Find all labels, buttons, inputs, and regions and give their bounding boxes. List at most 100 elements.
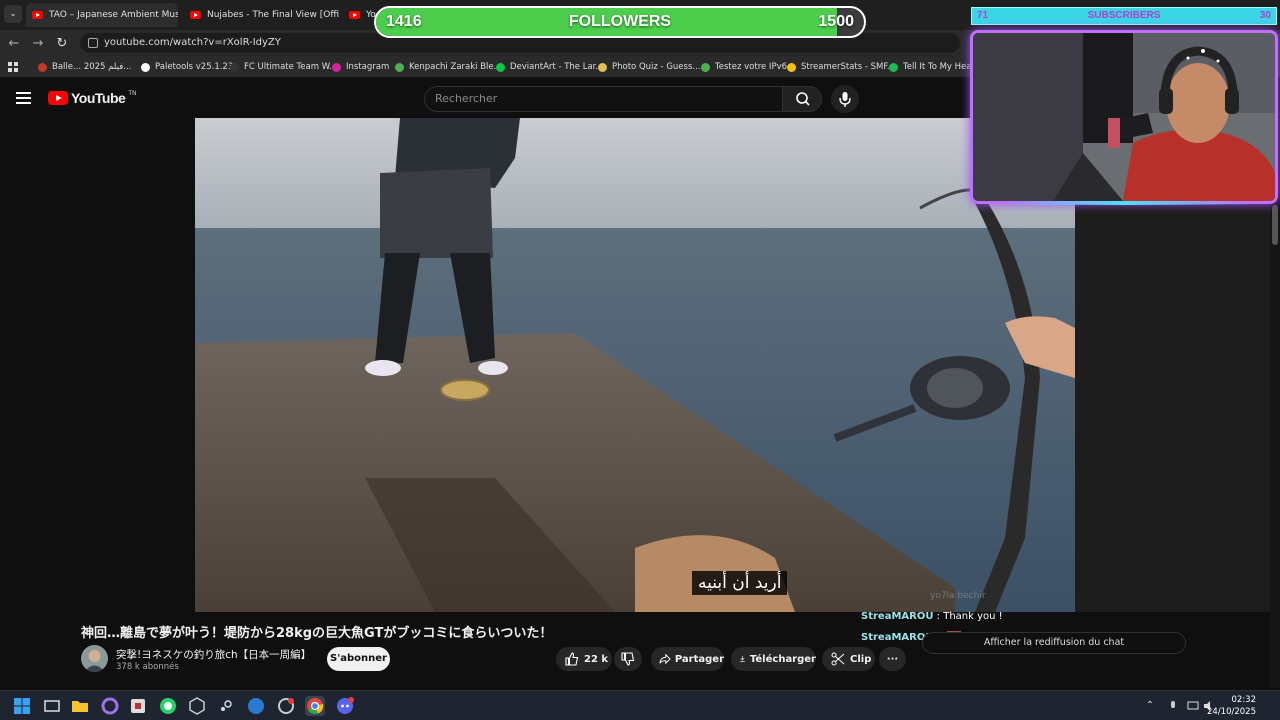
- download-button[interactable]: Télécharger: [731, 647, 816, 671]
- like-button[interactable]: 22 k: [556, 647, 612, 671]
- clip-button[interactable]: Clip: [822, 647, 875, 671]
- bookmark-label: Tell It To My Heart: [903, 62, 979, 72]
- more-actions-button[interactable]: ···: [879, 647, 906, 671]
- bookmark-favicon-icon: [230, 62, 239, 72]
- bookmark-favicon-icon: [496, 62, 505, 72]
- bookmark-label: FC Ultimate Team W...: [244, 62, 338, 72]
- voice-search-button[interactable]: [831, 85, 859, 113]
- followers-label: FOLLOWERS: [568, 13, 672, 30]
- discord-icon[interactable]: [335, 696, 355, 716]
- file-explorer-icon[interactable]: [70, 696, 90, 716]
- subscribe-button[interactable]: S'abonner: [327, 647, 390, 671]
- bookmark-label: StreamerStats - SMF...: [801, 62, 896, 72]
- clip-label: Clip: [850, 653, 872, 665]
- bookmark-item[interactable]: Tell It To My Heart: [889, 60, 978, 74]
- dislike-button[interactable]: [614, 647, 642, 671]
- download-label: Télécharger: [749, 653, 816, 665]
- chat-message: StreaMAROU : Thank you !: [861, 611, 1003, 622]
- windows-start-icon[interactable]: [12, 696, 32, 716]
- share-button[interactable]: Partager: [651, 647, 724, 671]
- subscribers-goal: 30: [1259, 10, 1271, 21]
- subscribers-label: SUBSCRIBERS: [1087, 10, 1161, 21]
- channel-name[interactable]: 突撃!ヨネスケの釣り旅ch【日本一周編】: [116, 647, 311, 662]
- microphone-icon: [839, 92, 851, 107]
- tray-chevron-icon[interactable]: ⌃: [1143, 696, 1157, 716]
- bookmark-item[interactable]: Instagram: [332, 60, 389, 74]
- bookmark-item[interactable]: Balle... فيلم 2025...: [38, 60, 131, 74]
- bookmark-favicon-icon: [598, 62, 607, 72]
- bookmark-label: Instagram: [346, 62, 390, 72]
- bookmark-label: Paletools v25.1.23: [155, 62, 234, 72]
- bookmark-item[interactable]: Kenpachi Zaraki Ble...: [395, 60, 502, 74]
- whatsapp-icon[interactable]: [158, 696, 178, 716]
- bookmark-item[interactable]: Photo Quiz - Guess...: [598, 60, 701, 74]
- bookmark-favicon-icon: [141, 62, 150, 72]
- apps-grid-icon[interactable]: [8, 60, 18, 74]
- followers-goal: 1500: [818, 13, 854, 30]
- channel-avatar[interactable]: [81, 645, 108, 672]
- app-circle-badge-icon[interactable]: [276, 696, 296, 716]
- url-text: youtube.com/watch?v=rXolR-IdyZY: [104, 37, 281, 48]
- bookmark-favicon-icon: [332, 62, 341, 72]
- thumbs-up-icon: [565, 652, 579, 666]
- app-hexagon-icon[interactable]: [187, 696, 207, 716]
- browser-tab[interactable]: Nujabes - The Final View [Offici ✕: [184, 3, 339, 27]
- subscribers-goal-bar: 71 SUBSCRIBERS 30: [971, 7, 1277, 25]
- bookmark-item[interactable]: FC Ultimate Team W...: [230, 60, 337, 74]
- youtube-play-icon: [48, 91, 68, 105]
- bookmark-item[interactable]: DeviantArt - The Lar...: [496, 60, 603, 74]
- bookmark-favicon-icon: [787, 62, 796, 72]
- back-arrow-icon[interactable]: ←: [5, 34, 23, 52]
- menu-icon[interactable]: [16, 92, 31, 104]
- bookmark-favicon-icon: [889, 62, 898, 72]
- chat-text: : Thank you !: [936, 611, 1003, 622]
- bookmark-label: Testez votre IPv6.: [715, 62, 790, 72]
- like-count: 22 k: [584, 653, 609, 665]
- app-blue-icon[interactable]: [246, 696, 266, 716]
- scissors-icon: [831, 652, 845, 666]
- search-icon: [796, 92, 810, 106]
- bookmark-label: DeviantArt - The Lar...: [510, 62, 604, 72]
- webcam-overlay: [970, 30, 1278, 204]
- steam-icon[interactable]: [216, 696, 236, 716]
- subscriber-count: 378 k abonnés: [116, 662, 179, 672]
- search-input[interactable]: Rechercher: [424, 86, 784, 112]
- clock-date: 24/10/2025: [1207, 707, 1256, 717]
- bookmark-favicon-icon: [395, 62, 404, 72]
- app-circle-icon[interactable]: [100, 696, 120, 716]
- video-frame: [195, 118, 1075, 612]
- webcam-glow: [1000, 201, 1250, 205]
- bookmark-item[interactable]: StreamerStats - SMF...: [787, 60, 895, 74]
- webcam-feed: [973, 33, 1275, 201]
- share-icon: [659, 653, 671, 665]
- forward-arrow-icon[interactable]: →: [29, 34, 47, 52]
- bookmark-label: Photo Quiz - Guess...: [612, 62, 701, 72]
- search-button[interactable]: [782, 86, 822, 112]
- scrollbar-thumb[interactable]: [1272, 205, 1278, 245]
- browser-tab[interactable]: TAO – Japanese Ambient Music ✕: [26, 3, 178, 27]
- show-chat-replay-button[interactable]: Afficher la rediffusion du chat: [922, 632, 1186, 654]
- bookmark-favicon-icon: [701, 62, 710, 72]
- tab-title: Nujabes - The Final View [Offici: [207, 10, 339, 20]
- followers-goal-bar: 1416 FOLLOWERS 1500: [374, 6, 866, 38]
- windows-taskbar: ⌃ 02:32 24/10/2025: [0, 690, 1280, 720]
- tab-search-button[interactable]: ⌄: [4, 5, 22, 23]
- reload-icon[interactable]: ↻: [53, 34, 71, 52]
- video-player[interactable]: [195, 118, 1075, 612]
- region-code: TN: [128, 90, 137, 97]
- youtube-favicon-icon: [349, 11, 360, 19]
- task-view-icon[interactable]: [42, 696, 62, 716]
- network-icon[interactable]: [1186, 696, 1200, 716]
- bookmark-label: Kenpachi Zaraki Ble...: [409, 62, 502, 72]
- tab-title: TAO – Japanese Ambient Music: [49, 10, 178, 20]
- youtube-favicon-icon: [32, 11, 43, 19]
- app-icon[interactable]: [128, 696, 148, 716]
- youtube-logo[interactable]: YouTube TN: [48, 90, 136, 106]
- bookmark-label: Balle... فيلم 2025...: [52, 62, 132, 72]
- microphone-tray-icon[interactable]: [1166, 696, 1180, 716]
- site-info-icon[interactable]: [88, 38, 98, 48]
- bookmark-item[interactable]: Paletools v25.1.23: [141, 60, 233, 74]
- chrome-icon[interactable]: [305, 696, 325, 716]
- bookmark-item[interactable]: Testez votre IPv6.: [701, 60, 790, 74]
- system-clock[interactable]: 02:32 24/10/2025: [1207, 694, 1256, 718]
